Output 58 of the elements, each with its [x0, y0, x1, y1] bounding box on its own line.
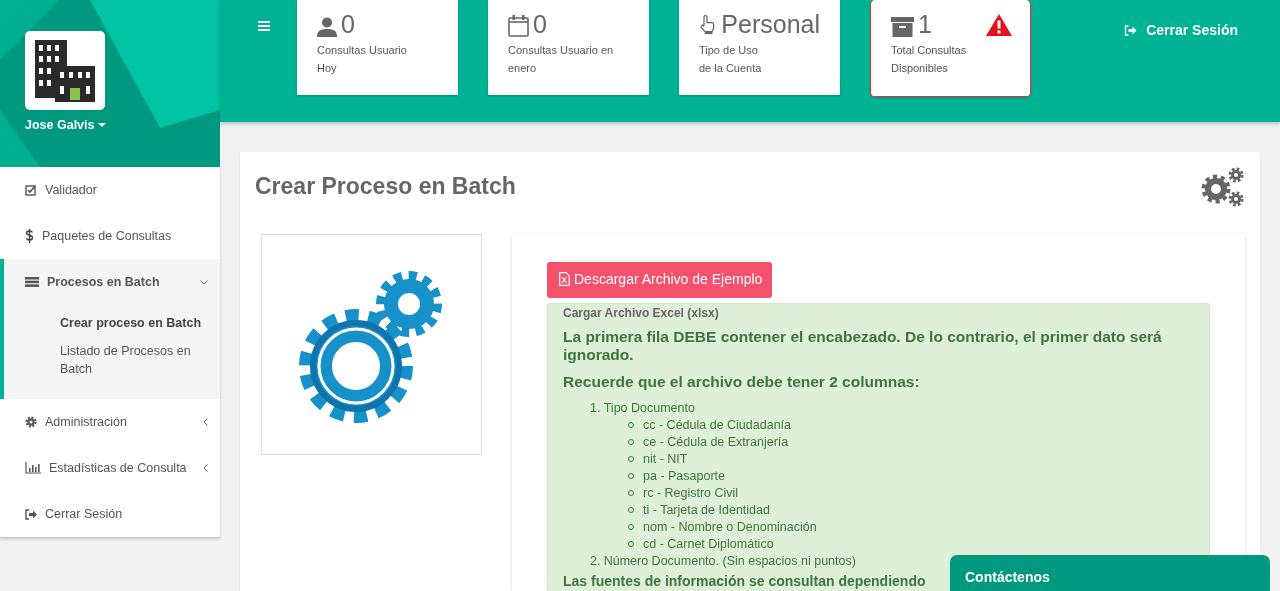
document-type: cd - Carnet Diplomático — [643, 535, 774, 553]
list-number: 2. — [590, 552, 601, 570]
column-name: Tipo Documento — [603, 399, 695, 417]
document-type: ti - Tarjeta de Identidad — [643, 501, 770, 519]
warning-icon — [986, 14, 1012, 36]
stat-label: Tipo de Uso de la Cuenta — [699, 43, 763, 76]
menu-button[interactable] — [258, 19, 272, 33]
buildings-icon — [33, 39, 97, 102]
stat-label: Consultas Usuario Hoy — [317, 43, 408, 76]
menu-label: Validador — [45, 181, 97, 199]
menu-item[interactable]: Procesos en Batch — [4, 259, 220, 305]
document-type: pa - Pasaporte — [643, 467, 725, 485]
instruction-text: La primera fila DEBE contener el encabezado. De lo contrario, el primer dato será ignorado. — [563, 327, 1163, 364]
stat-value: 1 — [918, 12, 932, 37]
dollar-icon — [25, 229, 34, 243]
menu-item[interactable]: Validador — [0, 167, 220, 213]
page-title: Crear Proceso en Batch — [255, 173, 516, 201]
document-type: ce - Cédula de Extranjería — [643, 433, 789, 451]
stat-label: Consultas Usuario en enero — [508, 43, 615, 76]
user-icon — [317, 17, 337, 37]
menu-item[interactable]: Cerrar Sesión — [0, 491, 220, 537]
archive-box-icon — [891, 17, 914, 37]
menu-label: Procesos en Batch — [47, 273, 160, 291]
instruction-text: Recuerde que el archivo debe tener 2 columnas: — [563, 372, 921, 391]
list-number: 1. — [590, 399, 601, 417]
calendar-icon — [508, 15, 529, 37]
menu-icon — [258, 19, 272, 33]
settings-icon — [25, 416, 37, 428]
user-menu[interactable]: Jose Galvis — [25, 116, 106, 135]
contact-tab[interactable]: Contáctenos — [950, 555, 1270, 591]
excel-file-icon — [559, 272, 570, 287]
panel-label: Cargar Archivo Excel (xlsx) — [563, 304, 720, 322]
server-icon — [25, 277, 39, 287]
sign-out-icon — [1124, 25, 1138, 36]
stat-label: Total Consultas Disponibles — [891, 43, 968, 76]
sign-out-icon — [25, 508, 37, 520]
column-name: Número Documento. (Sin espacios ni puntos) — [603, 552, 856, 570]
submenu-item[interactable]: Crear proceso en Batch — [56, 309, 220, 337]
check-box-icon — [25, 184, 37, 196]
menu-label: Paquetes de Consultas — [42, 227, 172, 245]
stat-value: Personal — [721, 12, 820, 37]
menu-label: Estadísticas de Consulta — [49, 459, 187, 477]
document-type: nit - NIT — [643, 450, 688, 468]
menu-item[interactable]: Administración — [0, 399, 220, 445]
stat-value: 0 — [341, 12, 355, 37]
bar-chart-icon — [25, 462, 41, 474]
instruction-text: Las fuentes de información se consultan dependiendo — [563, 572, 926, 589]
settings-icon — [1201, 167, 1245, 209]
document-type: rc - Registro Civil — [643, 484, 739, 502]
menu-item[interactable]: Paquetes de Consultas — [0, 213, 220, 259]
menu-item[interactable]: Estadísticas de Consulta — [0, 445, 220, 491]
stat-value: 0 — [533, 12, 547, 37]
document-type: cc - Cédula de Ciudadanía — [643, 416, 791, 434]
menu-label: Cerrar Sesión — [45, 505, 123, 523]
submenu-item[interactable]: Listado de Procesos en Batch — [56, 337, 220, 383]
caret-icon — [97, 123, 106, 129]
menu-label: Administración — [45, 413, 127, 431]
document-type: nom - Nombre o Denominación — [643, 518, 817, 536]
